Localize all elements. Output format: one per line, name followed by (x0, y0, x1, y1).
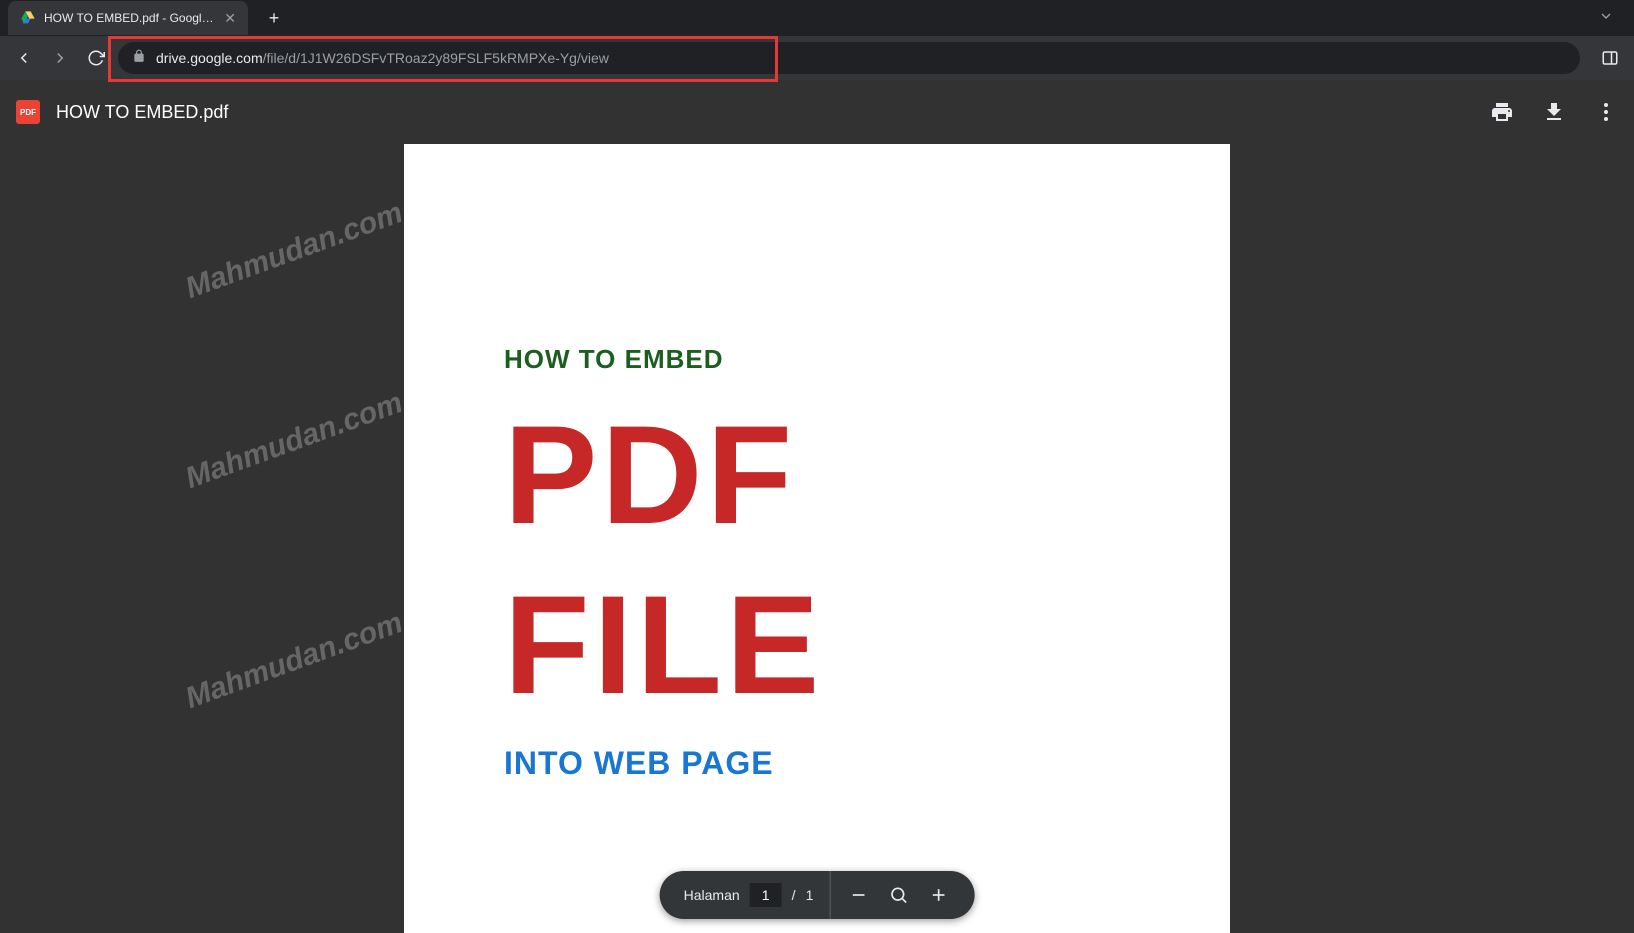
pdf-heading: HOW TO EMBED (504, 344, 1130, 375)
back-button[interactable] (10, 44, 38, 72)
pdf-word-1: PDF (504, 405, 1130, 545)
zoom-reset-icon[interactable] (886, 883, 910, 907)
page-total: 1 (806, 887, 814, 903)
print-button[interactable] (1490, 100, 1514, 124)
more-menu-icon[interactable] (1594, 100, 1618, 124)
zoom-in-button[interactable] (926, 883, 950, 907)
download-button[interactable] (1542, 100, 1566, 124)
pdf-bottom-toolbar: Halaman / 1 (660, 871, 975, 919)
page-label: Halaman (684, 887, 740, 903)
reload-button[interactable] (82, 44, 110, 72)
pdf-page: HOW TO EMBED PDF FILE INTO WEB PAGE (404, 144, 1230, 933)
drive-viewer-header: PDF HOW TO EMBED.pdf (0, 80, 1634, 144)
watermark: Mahmudan.com (181, 386, 407, 496)
tabs-dropdown-icon[interactable] (1598, 8, 1614, 29)
pdf-subtext: INTO WEB PAGE (504, 745, 1130, 782)
close-icon[interactable]: ✕ (224, 10, 236, 27)
zoom-controls (830, 883, 966, 907)
drive-favicon (20, 10, 36, 26)
address-bar[interactable]: drive.google.com/file/d/1J1W26DSFvTRoaz2… (118, 42, 1580, 74)
new-tab-button[interactable]: + (260, 4, 288, 32)
pdf-badge-icon: PDF (16, 100, 40, 124)
browser-tab[interactable]: HOW TO EMBED.pdf - Google D ✕ (8, 1, 248, 35)
browser-nav-bar: drive.google.com/file/d/1J1W26DSFvTRoaz2… (0, 36, 1634, 80)
zoom-out-button[interactable] (846, 883, 870, 907)
watermark: Mahmudan.com (181, 606, 407, 716)
page-separator: / (792, 887, 796, 903)
file-title: HOW TO EMBED.pdf (56, 102, 228, 123)
browser-tab-bar: HOW TO EMBED.pdf - Google D ✕ + (0, 0, 1634, 36)
lock-icon (132, 49, 146, 68)
browser-right-icons (1596, 44, 1624, 72)
page-indicator: Halaman / 1 (668, 871, 831, 919)
forward-button[interactable] (46, 44, 74, 72)
page-input[interactable] (750, 883, 782, 907)
watermark: Mahmudan.com (181, 196, 407, 306)
url-text: drive.google.com/file/d/1J1W26DSFvTRoaz2… (156, 50, 609, 66)
panel-icon[interactable] (1596, 44, 1624, 72)
content-area: Mahmudan.com Mahmudan.com Mahmudan.com M… (0, 144, 1634, 933)
tab-title: HOW TO EMBED.pdf - Google D (44, 11, 216, 25)
pdf-word-2: FILE (504, 575, 1130, 715)
